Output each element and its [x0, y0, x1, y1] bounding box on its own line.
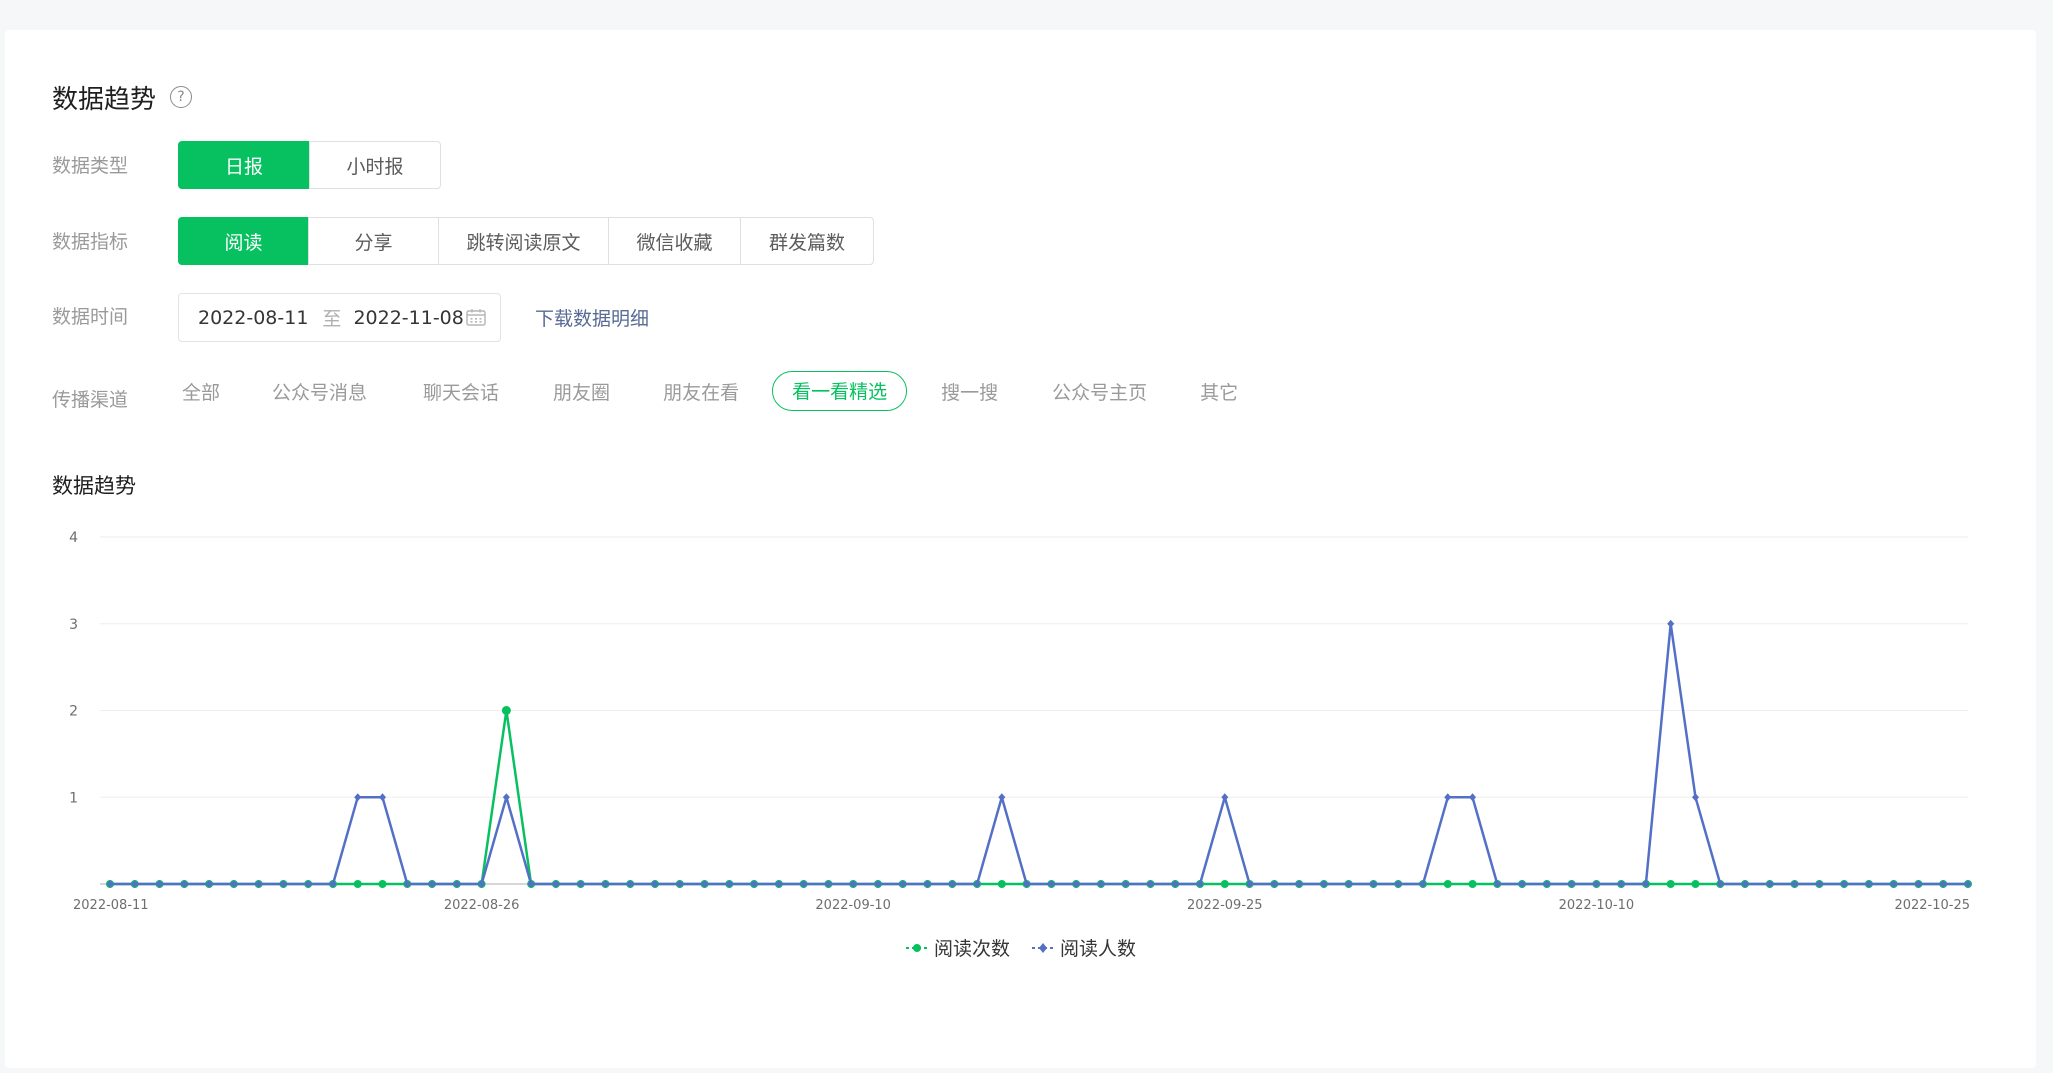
title-row: 数据趋势 ?	[52, 80, 193, 115]
data-point[interactable]	[502, 706, 511, 715]
channel-tabs: 全部 公众号消息 聊天会话 朋友圈 朋友在看 看一看精选 搜一搜 公众号主页 其…	[182, 370, 1238, 412]
data-type-segmented: 日报 小时报	[178, 141, 441, 189]
data-type-label: 数据类型	[52, 155, 129, 177]
channel-chat[interactable]: 聊天会话	[423, 378, 499, 405]
date-start: 2022-08-11	[198, 306, 309, 329]
legend-circle-marker	[906, 943, 928, 952]
time-label: 数据时间	[52, 306, 129, 328]
data-point[interactable]	[997, 880, 1006, 888]
channel-homepage[interactable]: 公众号主页	[1052, 378, 1147, 405]
metric-read-button[interactable]: 阅读	[178, 217, 309, 265]
data-point[interactable]	[1443, 880, 1452, 888]
data-point[interactable]	[1468, 880, 1477, 888]
channel-top-stories[interactable]: 看一看精选	[772, 371, 908, 411]
date-separator: 至	[322, 308, 342, 330]
question-circle-icon[interactable]: ?	[170, 86, 193, 108]
date-range-picker[interactable]: 2022-08-11 至 2022-11-08	[178, 293, 501, 342]
download-detail-link[interactable]: 下载数据明细	[535, 304, 649, 331]
data-point[interactable]	[1666, 880, 1675, 888]
metric-segmented: 阅读 分享 跳转阅读原文 微信收藏 群发篇数	[178, 217, 874, 265]
metric-label: 数据指标	[52, 231, 129, 253]
legend-diamond-marker	[1032, 942, 1055, 953]
channel-label: 传播渠道	[52, 389, 129, 411]
data-point[interactable]	[353, 880, 362, 888]
metric-jump-original-button[interactable]: 跳转阅读原文	[438, 217, 609, 265]
legend-label-read-count: 阅读次数	[934, 938, 1011, 960]
metric-mass-send-button[interactable]: 群发篇数	[740, 217, 874, 265]
channel-official-message[interactable]: 公众号消息	[272, 378, 367, 405]
metric-wechat-favorite-button[interactable]: 微信收藏	[608, 217, 741, 265]
data-type-daily-button[interactable]: 日报	[178, 141, 310, 189]
data-type-hourly-button[interactable]: 小时报	[309, 141, 441, 189]
metric-share-button[interactable]: 分享	[308, 217, 439, 265]
data-point[interactable]	[1220, 880, 1229, 888]
page-title: 数据趋势	[52, 84, 157, 115]
chart-title: 数据趋势	[52, 474, 136, 498]
chart-legend: 阅读次数 阅读人数	[906, 934, 1158, 961]
channel-moments[interactable]: 朋友圈	[553, 378, 610, 405]
channel-search[interactable]: 搜一搜	[941, 378, 998, 405]
channel-other[interactable]: 其它	[1200, 378, 1238, 405]
legend-label-reader-count: 阅读人数	[1060, 938, 1137, 960]
calendar-icon	[466, 309, 486, 326]
legend-item-read-count[interactable]: 阅读次数	[906, 934, 1010, 961]
date-end: 2022-11-08	[353, 306, 464, 329]
legend-item-reader-count[interactable]: 阅读人数	[1032, 934, 1136, 961]
data-point[interactable]	[378, 880, 387, 888]
channel-friends-watching[interactable]: 朋友在看	[663, 378, 739, 405]
data-point[interactable]	[1691, 880, 1700, 888]
channel-all[interactable]: 全部	[182, 378, 220, 405]
